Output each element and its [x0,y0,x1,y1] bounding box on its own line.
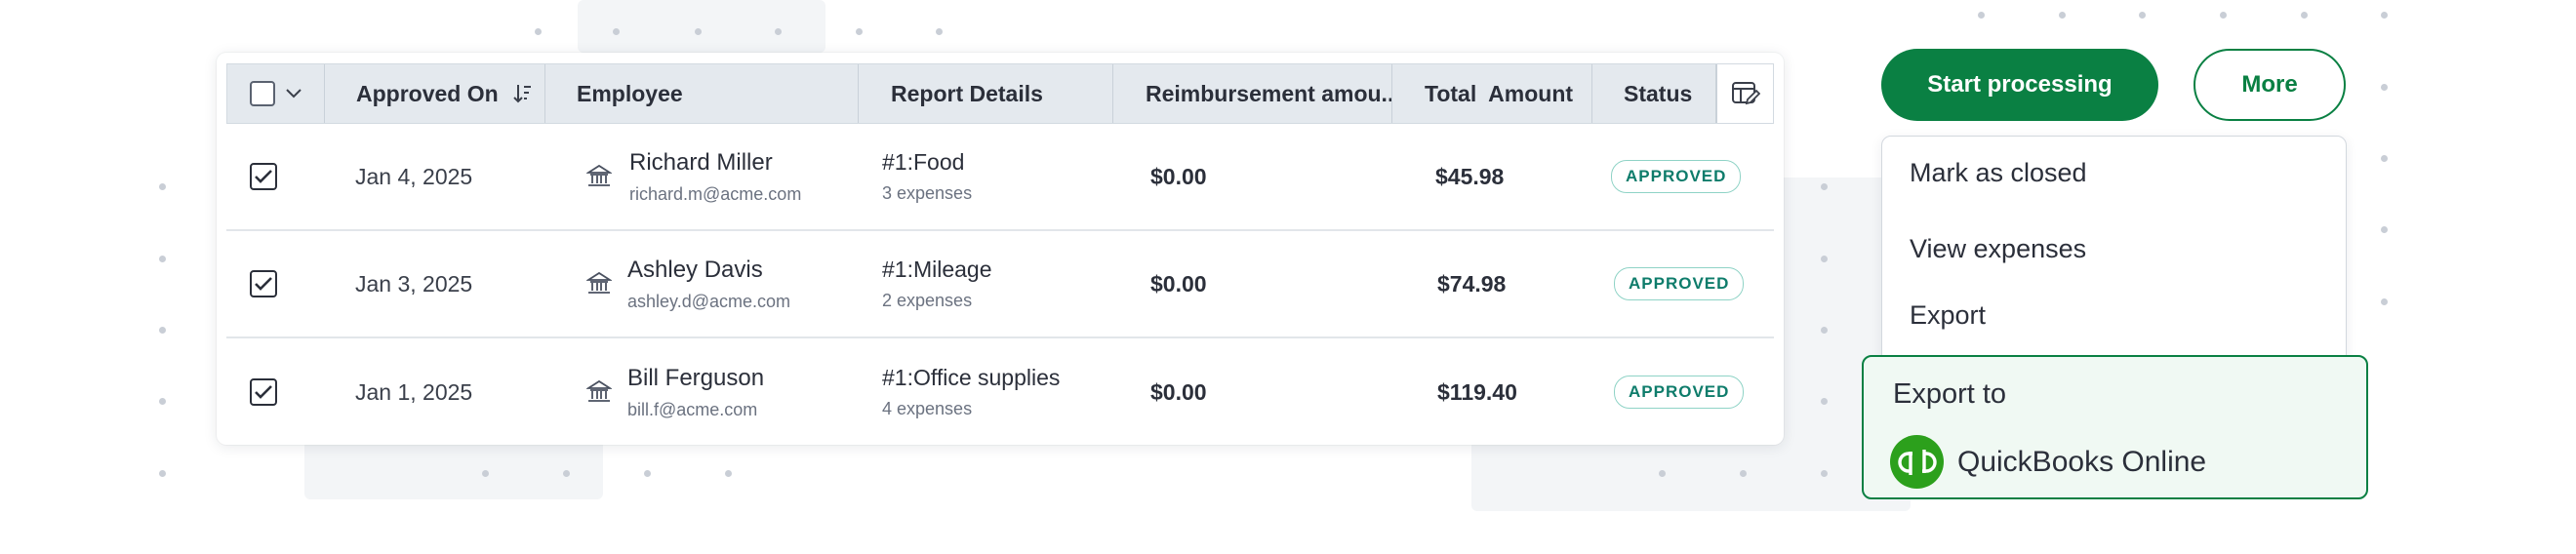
sort-descending-icon[interactable] [512,83,532,104]
employee-email: ashley.d@acme.com [627,291,791,311]
approved-date: Jan 1, 2025 [355,378,473,405]
column-header-label: Status [1624,80,1693,106]
quickbooks-online-label: QuickBooks Online [1957,445,2207,478]
select-all-checkbox[interactable] [249,81,275,106]
more-actions-menu: Mark as closed View expenses Export [1881,136,2347,372]
check-icon [255,170,272,183]
chevron-down-icon[interactable] [285,88,302,99]
more-button[interactable]: More [2194,49,2346,121]
column-header-label: Report Details [891,80,1043,106]
export-to-panel: Export to QuickBooks Online [1862,355,2368,499]
reimbursement-amount: $0.00 [1150,163,1207,189]
employee-email: bill.f@acme.com [627,399,758,419]
column-header-label: Total Amount [1425,80,1574,106]
employee-email: richard.m@acme.com [629,183,802,204]
report-expense-count: 2 expenses [882,291,973,310]
row-select-cell [250,124,277,229]
reimbursement-amount: $0.00 [1150,270,1207,297]
bank-icon [586,271,612,297]
row-checkbox[interactable] [250,163,277,190]
row-select-cell [250,231,277,336]
column-header-employee[interactable]: Employee [545,64,859,123]
bank-icon [586,379,612,405]
menu-item-view-expenses[interactable]: View expenses [1910,234,2086,264]
column-header-total-amount[interactable]: Total Amount [1392,64,1592,123]
reports-table: Approved On Employee Report Details Reim… [217,53,1784,445]
total-amount: $119.40 [1437,378,1517,405]
row-checkbox[interactable] [250,270,277,297]
table-header: Approved On Employee Report Details Reim… [226,63,1774,124]
quickbooks-logo-icon [1890,435,1944,489]
check-icon [255,385,272,399]
column-header-reimbursement[interactable]: Reimbursement amou.. [1113,64,1392,123]
column-header-report-details[interactable]: Report Details [859,64,1113,123]
column-header-approved-on[interactable]: Approved On [325,64,545,123]
column-header-label: Employee [577,80,683,106]
approved-date: Jan 4, 2025 [355,163,473,189]
status-badge: APPROVED [1611,160,1742,193]
table-row[interactable]: Jan 1, 2025 Bill Ferguson bill.f@acme.co… [226,338,1774,446]
export-option-quickbooks[interactable]: QuickBooks Online [1890,435,2206,489]
report-expense-count: 4 expenses [882,399,973,418]
total-amount: $74.98 [1437,270,1507,297]
employee-name[interactable]: Ashley Davis [627,257,790,284]
export-to-title: Export to [1893,378,2007,410]
employee-name[interactable]: Richard Miller [629,149,801,177]
table-row[interactable]: Jan 3, 2025 Ashley Davis ashley.d@acme.c… [226,231,1774,338]
row-select-cell [250,338,277,446]
table-row[interactable]: Jan 4, 2025 Richard Miller richard.m@acm… [226,124,1774,231]
check-icon [255,277,272,291]
row-checkbox[interactable] [250,378,277,406]
column-header-label: Approved On [356,80,499,106]
reimbursement-amount: $0.00 [1150,378,1207,405]
approved-date: Jan 3, 2025 [355,270,473,297]
bank-icon [586,164,612,189]
total-amount: $45.98 [1435,163,1505,189]
employee-name[interactable]: Bill Ferguson [627,365,764,392]
start-processing-button[interactable]: Start processing [1881,49,2158,121]
column-header-label: Reimbursement amou.. [1146,80,1392,106]
report-title[interactable]: #1:Food [882,149,972,176]
report-title[interactable]: #1:Office supplies [882,365,1060,391]
report-title[interactable]: #1:Mileage [882,257,992,283]
column-header-status[interactable]: Status [1592,64,1716,123]
status-badge: APPROVED [1614,267,1745,300]
columns-settings-icon [1731,81,1760,106]
column-settings-button[interactable] [1716,64,1773,123]
status-badge: APPROVED [1614,376,1745,409]
menu-item-export[interactable]: Export [1910,300,1986,331]
background-block [578,0,825,53]
report-expense-count: 3 expenses [882,183,973,203]
select-all-column [227,64,325,123]
menu-item-mark-as-closed[interactable]: Mark as closed [1910,158,2087,188]
